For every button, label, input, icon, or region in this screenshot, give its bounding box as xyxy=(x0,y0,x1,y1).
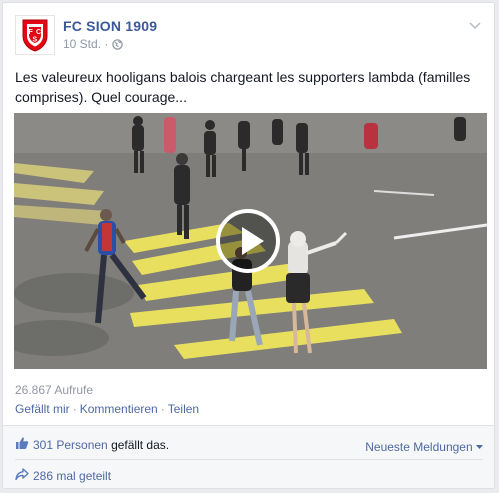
comment-link[interactable]: Kommentieren xyxy=(80,402,158,416)
fc-sion-logo: F C S xyxy=(22,19,48,52)
action-separator: · xyxy=(160,402,165,416)
video-player[interactable] xyxy=(14,113,487,369)
shares-count[interactable]: 286 mal geteilt xyxy=(33,469,111,483)
action-separator: · xyxy=(72,402,77,416)
post-meta: 10 Std. · xyxy=(63,37,123,53)
page-avatar[interactable]: F C S xyxy=(15,15,55,55)
like-link[interactable]: Gefällt mir xyxy=(15,402,70,416)
play-button[interactable] xyxy=(216,209,280,273)
post-text: Les valeureux hooligans balois chargeant… xyxy=(15,69,471,105)
svg-text:C: C xyxy=(36,29,41,36)
view-count: 26.867 Aufrufe xyxy=(15,383,94,397)
post-card: F C S FC SION 1909 10 Std. · Les valeure… xyxy=(2,2,495,489)
post-actions: Gefällt mir · Kommentieren · Teilen xyxy=(15,402,199,416)
chevron-down-icon[interactable] xyxy=(469,17,481,35)
share-link[interactable]: Teilen xyxy=(168,402,199,416)
globe-icon xyxy=(111,39,123,53)
caret-down-icon xyxy=(476,438,483,452)
share-arrow-icon xyxy=(15,468,29,484)
sort-label: Neueste Meldungen xyxy=(365,440,473,454)
likes-count-link[interactable]: 301 Personen xyxy=(33,438,108,452)
svg-text:S: S xyxy=(33,37,38,44)
play-icon xyxy=(242,227,264,255)
ufi-panel: 301 Personen gefällt das. Neueste Meldun… xyxy=(3,425,494,488)
meta-separator: · xyxy=(104,37,109,51)
sort-dropdown[interactable]: Neueste Meldungen xyxy=(365,438,483,454)
post-header: F C S FC SION 1909 10 Std. · xyxy=(15,15,483,59)
ufi-divider xyxy=(15,459,483,460)
likes-row: 301 Personen gefällt das. Neueste Meldun… xyxy=(15,436,483,454)
svg-text:F: F xyxy=(29,29,34,36)
likes-text: gefällt das. xyxy=(107,438,170,452)
thumbs-up-icon xyxy=(15,436,29,453)
likes-summary: 301 Personen gefällt das. xyxy=(33,438,169,452)
post-timestamp[interactable]: 10 Std. xyxy=(63,37,101,51)
page-name[interactable]: FC SION 1909 xyxy=(63,18,157,34)
